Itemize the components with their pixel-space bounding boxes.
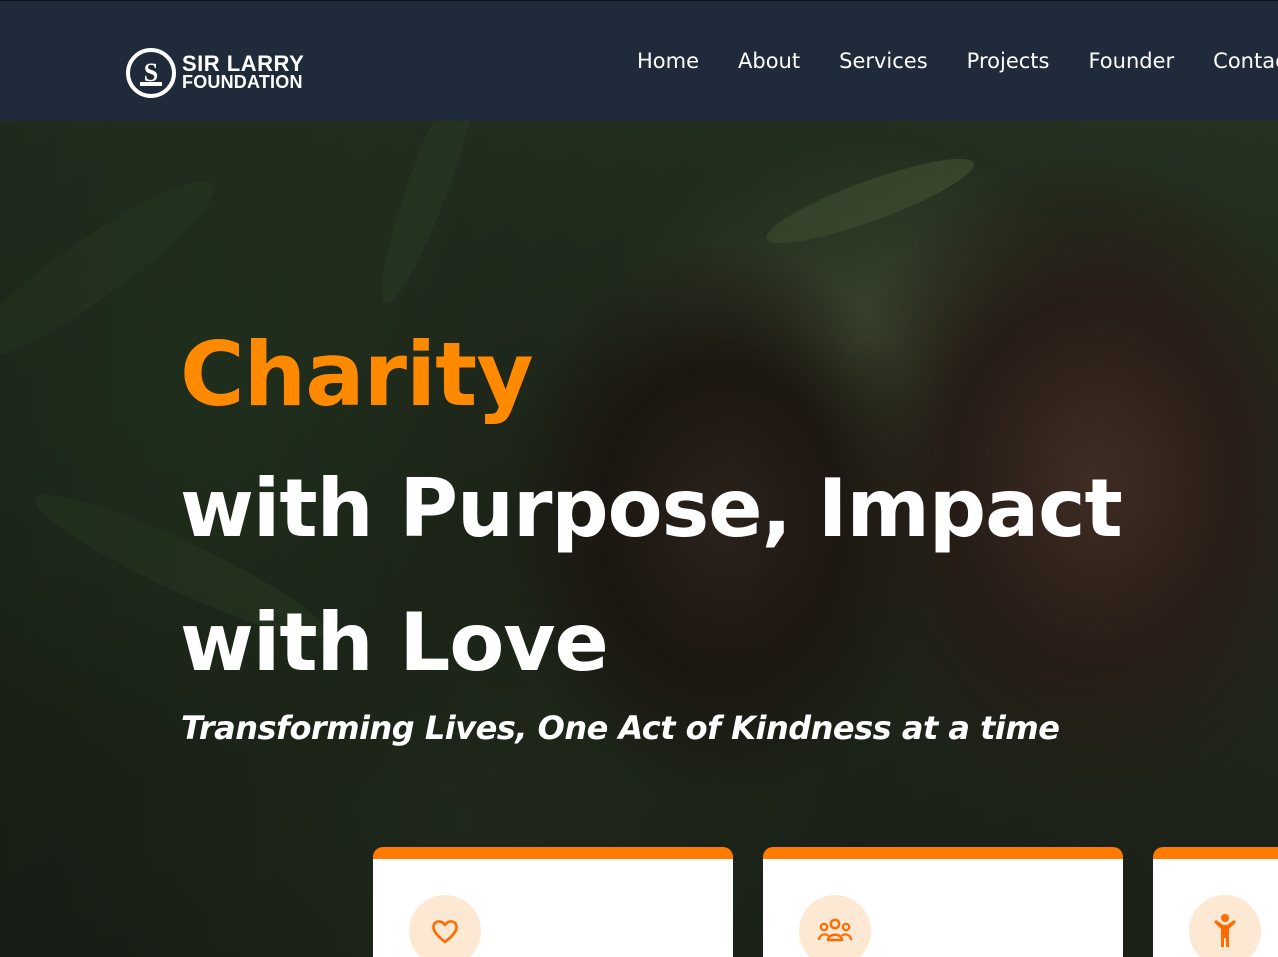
- card-icon-badge: [1189, 895, 1261, 957]
- nav-contact[interactable]: Contact: [1213, 49, 1278, 73]
- nav-founder[interactable]: Founder: [1088, 49, 1174, 73]
- logo-name-line1: SIR LARRY: [182, 51, 305, 76]
- nav-services[interactable]: Services: [839, 49, 928, 73]
- hero-headline: Charity with Purpose, Impact with Love: [180, 308, 1123, 710]
- logo-wordmark: SIR LARRY FOUNDATION: [182, 51, 305, 92]
- main-nav: Home About Services Projects Founder Con…: [637, 49, 1278, 73]
- nav-about[interactable]: About: [738, 49, 800, 73]
- child-icon: [1214, 914, 1236, 947]
- logo-emblem: S: [126, 48, 176, 98]
- feature-card-3[interactable]: [1153, 847, 1278, 957]
- nav-home[interactable]: Home: [637, 49, 699, 73]
- card-icon-badge: [799, 895, 871, 957]
- people-group-icon: [817, 918, 853, 942]
- hero-section: Charity with Purpose, Impact with Love T…: [0, 121, 1278, 957]
- headline-line-3: with Love: [180, 596, 609, 689]
- logo[interactable]: S SIR LARRY FOUNDATION: [126, 47, 304, 99]
- nav-projects[interactable]: Projects: [967, 49, 1050, 73]
- site-header: S SIR LARRY FOUNDATION Home About Servic…: [0, 0, 1278, 121]
- card-icon-badge: [409, 895, 481, 957]
- headline-line-2: with Purpose, Impact: [180, 462, 1123, 555]
- hero-tagline: Transforming Lives, One Act of Kindness …: [181, 709, 1060, 747]
- logo-emblem-icon: S: [140, 58, 162, 87]
- heart-icon: [432, 920, 458, 944]
- headline-accent: Charity: [180, 323, 534, 426]
- logo-name-line2: FOUNDATION: [182, 72, 303, 92]
- feature-card-1[interactable]: [373, 847, 733, 957]
- feature-card-2[interactable]: [763, 847, 1123, 957]
